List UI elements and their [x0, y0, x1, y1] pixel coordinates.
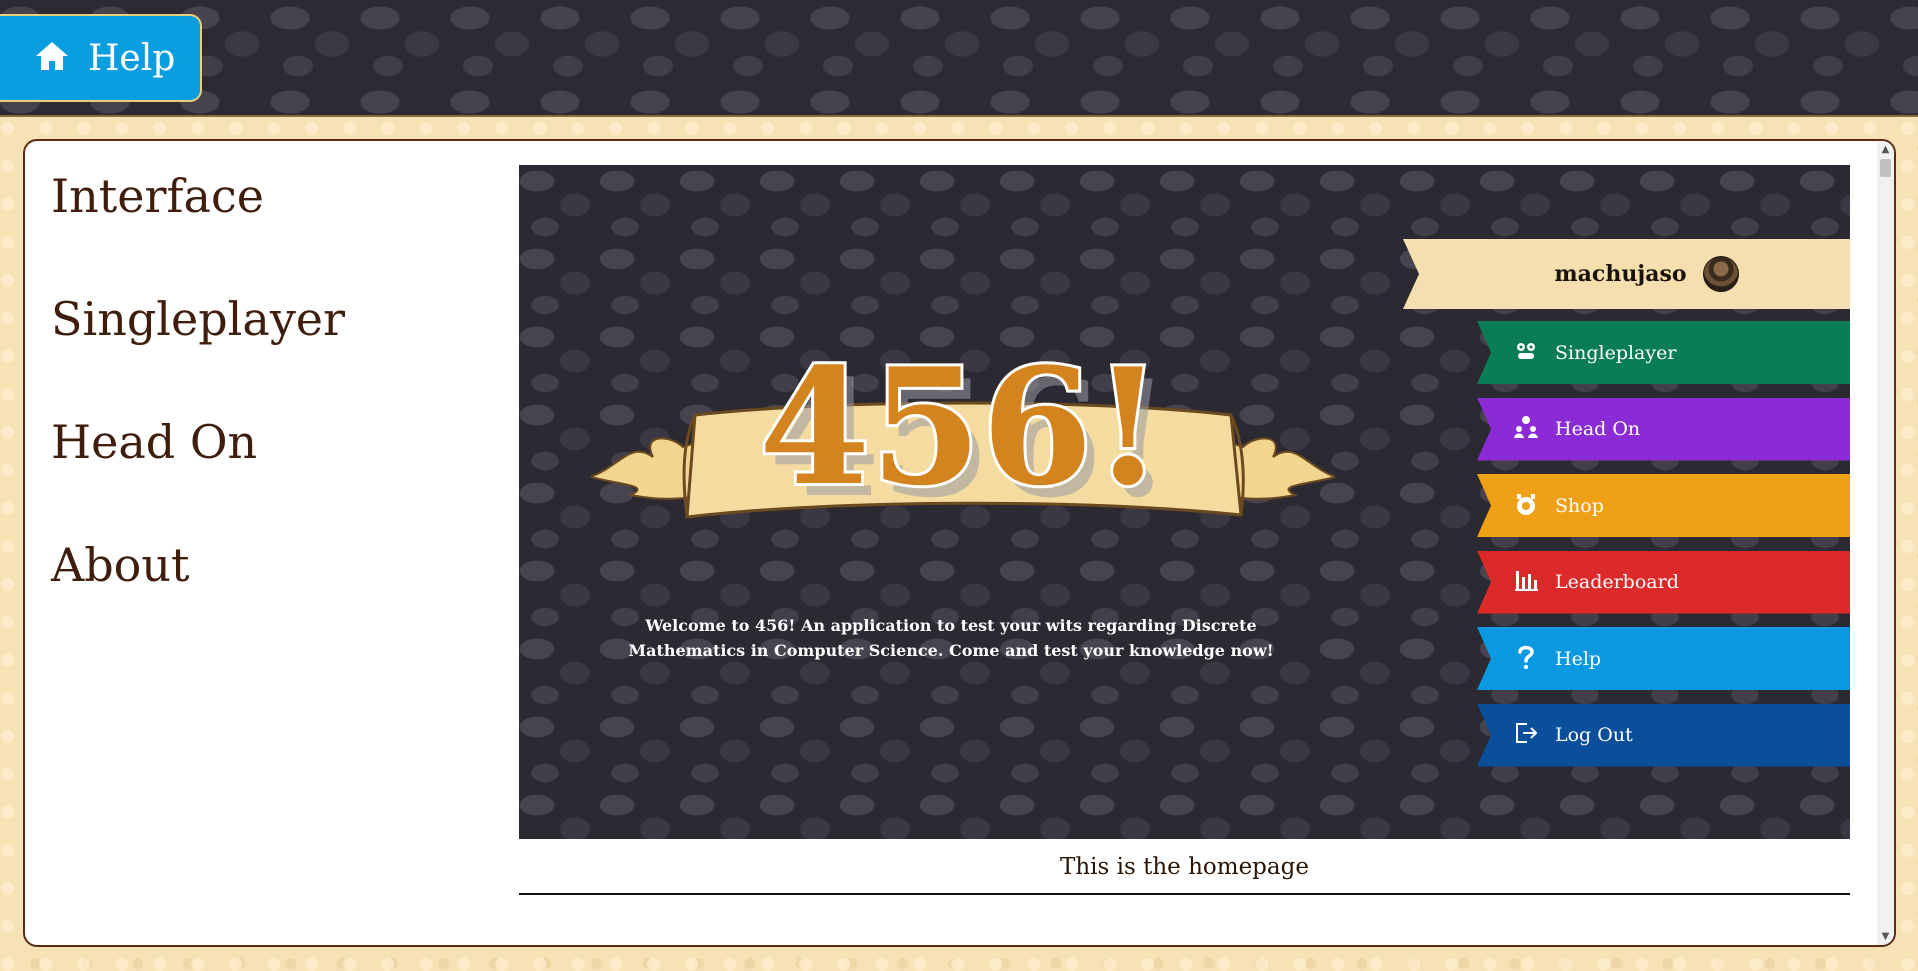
main-menu: Singleplayer Head On Shop Leaderboard He…	[1477, 321, 1850, 780]
scroll-up-arrow[interactable]: ▲	[1877, 141, 1894, 158]
screenshot-caption: This is the homepage	[519, 841, 1850, 895]
home-icon	[34, 40, 70, 76]
logo-text: 456!	[759, 345, 1163, 521]
logout-icon	[1513, 720, 1539, 750]
menu-singleplayer: Singleplayer	[1477, 321, 1850, 384]
help-content-card: Interface Singleplayer Head On About 456…	[23, 139, 1896, 947]
menu-label: Singleplayer	[1555, 341, 1677, 364]
menu-label: Help	[1555, 647, 1602, 670]
game-logo: 456! 456!	[587, 330, 1339, 565]
username: machujaso	[1554, 261, 1687, 287]
menu-label: Log Out	[1555, 724, 1633, 746]
question-icon	[1513, 644, 1539, 674]
users-icon	[1513, 414, 1539, 444]
chart-icon	[1513, 567, 1539, 597]
homepage-screenshot: 456! 456! Welcome to 456! An application…	[519, 165, 1850, 839]
side-nav-interface[interactable]: Interface	[51, 173, 345, 219]
help-side-nav: Interface Singleplayer Head On About	[51, 173, 345, 665]
menu-shop: Shop	[1477, 474, 1850, 537]
welcome-text: Welcome to 456! An application to test y…	[628, 616, 1274, 660]
help-home-button[interactable]: Help	[0, 14, 202, 102]
scroll-thumb[interactable]	[1880, 159, 1891, 177]
side-nav-head-on[interactable]: Head On	[51, 419, 345, 465]
scroll-down-arrow[interactable]: ▼	[1877, 928, 1894, 945]
vertical-scrollbar[interactable]: ▲ ▼	[1877, 141, 1894, 945]
user-banner: machujaso	[1403, 239, 1850, 309]
menu-leaderboard: Leaderboard	[1477, 550, 1850, 614]
menu-label: Head On	[1555, 418, 1641, 440]
menu-help: Help	[1477, 627, 1850, 690]
side-nav-about[interactable]: About	[51, 542, 345, 588]
shop-icon	[1513, 491, 1539, 521]
avatar	[1702, 256, 1739, 292]
robot-icon	[1513, 338, 1539, 368]
menu-label: Shop	[1555, 494, 1604, 517]
menu-log-out: Log Out	[1477, 703, 1850, 767]
menu-head-on: Head On	[1477, 397, 1850, 461]
top-stone-bar: Help	[0, 0, 1918, 117]
menu-label: Leaderboard	[1555, 571, 1679, 593]
side-nav-singleplayer[interactable]: Singleplayer	[51, 296, 345, 342]
help-tab-label: Help	[88, 37, 176, 79]
